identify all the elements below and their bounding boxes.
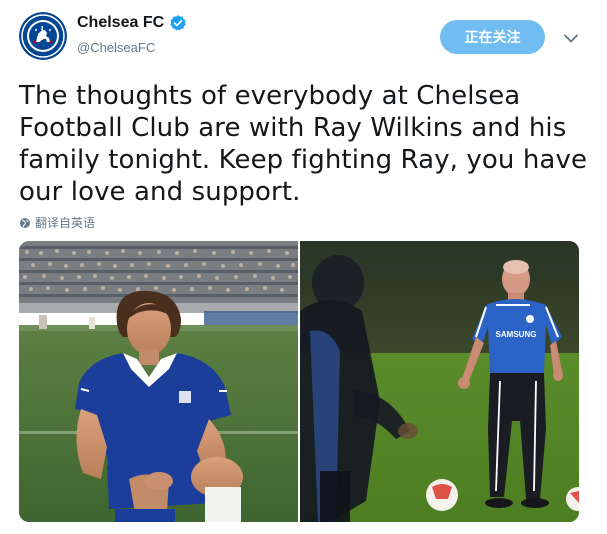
account-handle[interactable]: @ChelseaFC [77, 40, 155, 55]
media-grid: SAMSUNG [19, 241, 579, 522]
chevron-down-icon [564, 34, 578, 43]
chelsea-crest-icon [19, 12, 67, 60]
tweet-text-line: The thoughts of everybody at Chelsea [19, 81, 521, 111]
coach-training-photo[interactable]: SAMSUNG [300, 241, 579, 522]
translate-link[interactable]: 翻译自英语 [19, 214, 95, 231]
tweet-text-line: Football Club are with Ray Wilkins and h… [19, 113, 567, 143]
account-name-row[interactable]: Chelsea FC [77, 14, 187, 32]
avatar[interactable] [19, 12, 67, 60]
tweet-text-line: our love and support. [19, 177, 301, 207]
following-button[interactable]: 正在关注 [440, 20, 545, 54]
translate-label[interactable]: 翻译自英语 [35, 214, 95, 231]
display-name[interactable]: Chelsea FC [77, 14, 164, 32]
shirt-sponsor-text: SAMSUNG [496, 330, 537, 339]
vintage-player-photo[interactable] [19, 241, 298, 522]
globe-icon [19, 217, 31, 229]
tweet-card: Chelsea FC @ChelseaFC 正在关注 The thoughts … [0, 0, 607, 534]
tweet-menu-button[interactable] [560, 28, 582, 48]
verified-badge-icon [169, 14, 187, 32]
tweet-text-line: family tonight. Keep fighting Ray, you h… [19, 145, 588, 175]
tweet-text: The thoughts of everybody at Chelsea Foo… [19, 80, 589, 208]
